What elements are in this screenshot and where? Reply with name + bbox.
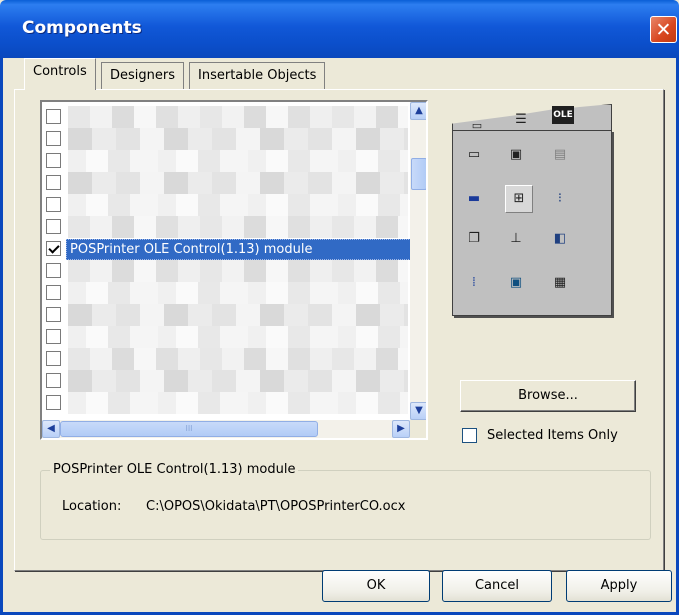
- list-item-blurred: [68, 128, 408, 150]
- calendar-control-icon: ▦: [553, 275, 567, 290]
- ok-button[interactable]: OK: [322, 570, 430, 602]
- list-item[interactable]: [42, 150, 410, 172]
- item-checkbox[interactable]: [46, 131, 61, 146]
- list-item-blurred: [68, 348, 408, 370]
- list-item-blurred: [68, 392, 408, 414]
- item-checkbox-checked[interactable]: [46, 241, 61, 256]
- progress-control-icon: ▬: [467, 191, 481, 206]
- listview-control-icon: ⁝: [557, 191, 563, 206]
- title-bar: Components ✕: [0, 0, 679, 58]
- list-item[interactable]: [42, 216, 410, 238]
- textbox-control-icon: ▣: [509, 147, 523, 162]
- list-item[interactable]: [42, 172, 410, 194]
- browse-button[interactable]: Browse...: [460, 380, 636, 412]
- item-checkbox[interactable]: [46, 329, 61, 344]
- item-checkbox[interactable]: [46, 285, 61, 300]
- imagelist-control-icon: ◧: [553, 231, 567, 246]
- item-checkbox[interactable]: [46, 197, 61, 212]
- list-item[interactable]: [42, 282, 410, 304]
- list-item-blurred: [68, 194, 408, 216]
- item-checkbox[interactable]: [46, 373, 61, 388]
- list-item-blurred: [68, 150, 408, 172]
- chevron-down-icon: ▼: [415, 405, 423, 416]
- tab-insertable-objects-label: Insertable Objects: [198, 68, 317, 83]
- list-item-blurred: [68, 326, 408, 348]
- apply-button-label: Apply: [600, 578, 638, 593]
- window-border-left: [0, 58, 3, 615]
- toolbox-preview: ▭ ☰ OLE ▭ ▣ ▤ ▬ ⊞ ⁝ ❐ ⊥ ◧ ⁞ ▣ ▦: [448, 96, 618, 320]
- picture-control-icon: ▣: [509, 275, 523, 290]
- close-icon: ✕: [655, 19, 672, 41]
- vertical-scrollbar[interactable]: ▲ ▼: [410, 102, 426, 420]
- cancel-button-label: Cancel: [474, 578, 520, 593]
- tab-designers-label: Designers: [110, 68, 175, 83]
- selected-items-only-label[interactable]: Selected Items Only: [487, 428, 618, 443]
- list-item-blurred: [68, 106, 408, 128]
- window-title: Components: [22, 18, 142, 38]
- list-item-selected[interactable]: POSPrinter OLE Control(1.13) module: [42, 238, 411, 260]
- item-checkbox[interactable]: [46, 263, 61, 278]
- list-item[interactable]: [42, 326, 410, 348]
- tab-insertable-objects[interactable]: Insertable Objects: [189, 62, 326, 89]
- listbox-control-icon: ☰: [515, 112, 527, 127]
- frame-control-icon: ▭: [467, 147, 481, 162]
- tab-controls[interactable]: Controls: [24, 58, 96, 90]
- list-item[interactable]: [42, 194, 410, 216]
- scrollbar-corner: [410, 420, 426, 438]
- list-item-blurred: [68, 216, 408, 238]
- location-value: C:\OPOS\Okidata\PT\OPOSPrinterCO.ocx: [146, 499, 406, 514]
- tabstrip-control-icon: ❐: [468, 231, 480, 246]
- list-item[interactable]: [42, 304, 410, 326]
- grid-control-icon: ▤: [553, 147, 567, 162]
- selected-item-label: POSPrinter OLE Control(1.13) module: [66, 239, 411, 260]
- item-checkbox[interactable]: [46, 307, 61, 322]
- chevron-right-icon: ▶: [397, 423, 405, 434]
- scroll-up-button[interactable]: ▲: [410, 102, 426, 120]
- scroll-left-button[interactable]: ◀: [42, 420, 60, 438]
- tab-controls-label: Controls: [33, 64, 87, 79]
- list-item[interactable]: [42, 392, 410, 414]
- chevron-left-icon: ◀: [47, 423, 55, 434]
- item-checkbox[interactable]: [46, 175, 61, 190]
- treeview-control-icon: ⊞: [505, 185, 533, 213]
- list-item[interactable]: [42, 348, 410, 370]
- item-checkbox[interactable]: [46, 153, 61, 168]
- item-checkbox[interactable]: [46, 351, 61, 366]
- ole-control-icon: OLE: [552, 106, 574, 124]
- ole-label: OLE: [553, 110, 573, 120]
- scroll-right-button[interactable]: ▶: [392, 420, 410, 438]
- details-group-title: POSPrinter OLE Control(1.13) module: [50, 462, 299, 477]
- cancel-button[interactable]: Cancel: [442, 570, 552, 602]
- list-item-blurred: [68, 260, 408, 282]
- browse-button-label: Browse...: [518, 388, 578, 403]
- horizontal-scrollbar[interactable]: ◀ III ▶: [42, 420, 410, 438]
- vertical-scroll-thumb[interactable]: [411, 158, 426, 190]
- location-label: Location:: [62, 499, 122, 514]
- components-list[interactable]: POSPrinter OLE Control(1.13) module ▲ ▼ …: [40, 100, 428, 440]
- list-item[interactable]: [42, 106, 410, 128]
- list-item-blurred: [68, 172, 408, 194]
- apply-button[interactable]: Apply: [566, 570, 672, 602]
- item-checkbox[interactable]: [46, 109, 61, 124]
- list-item-blurred: [68, 370, 408, 392]
- close-button[interactable]: ✕: [650, 16, 677, 43]
- list-item[interactable]: [42, 260, 410, 282]
- list-item[interactable]: [42, 370, 410, 392]
- scroll-grip: III: [185, 424, 193, 433]
- list-item-blurred: [68, 304, 408, 326]
- selected-items-only-checkbox[interactable]: [462, 428, 477, 443]
- list-item[interactable]: [42, 128, 410, 150]
- scroll-down-button[interactable]: ▼: [410, 402, 426, 420]
- item-checkbox[interactable]: [46, 395, 61, 410]
- toolbox-body: ▭ ▣ ▤ ▬ ⊞ ⁝ ❐ ⊥ ◧ ⁞ ▣ ▦: [452, 130, 612, 316]
- chevron-up-icon: ▲: [415, 105, 423, 116]
- dotgrid-control-icon: ⁞: [471, 275, 477, 290]
- horizontal-scroll-thumb[interactable]: III: [60, 421, 318, 437]
- slider-control-icon: ⊥: [510, 231, 522, 246]
- list-item-blurred: [68, 282, 408, 304]
- ok-button-label: OK: [366, 578, 386, 593]
- tab-designers[interactable]: Designers: [101, 62, 184, 89]
- item-checkbox[interactable]: [46, 219, 61, 234]
